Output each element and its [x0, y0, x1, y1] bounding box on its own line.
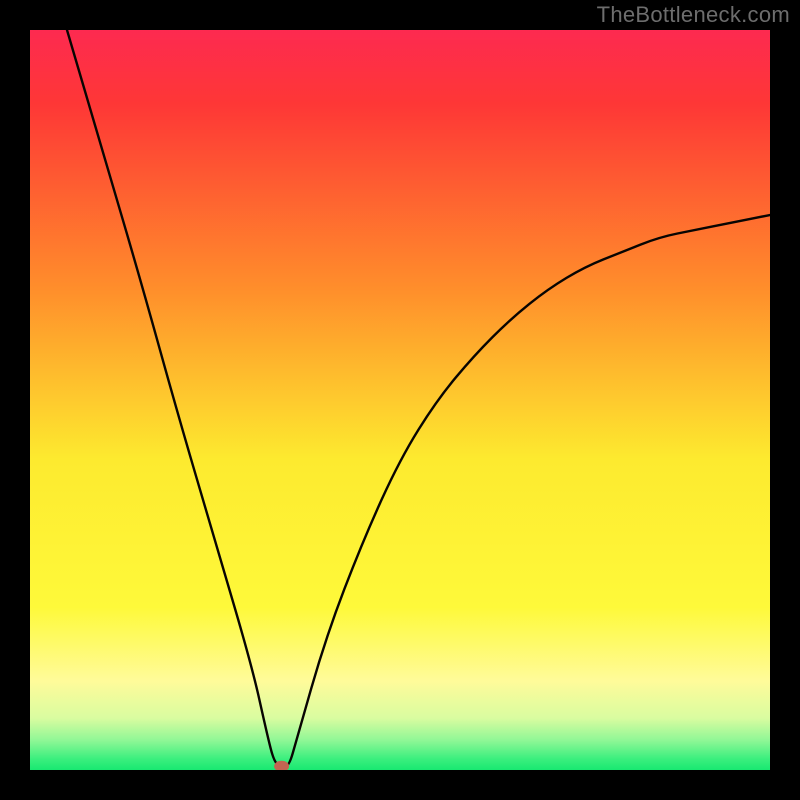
chart-svg — [30, 30, 770, 770]
watermark-text: TheBottleneck.com — [597, 2, 790, 28]
plot-area — [30, 30, 770, 770]
chart-frame: TheBottleneck.com — [0, 0, 800, 800]
gradient-background — [30, 30, 770, 770]
